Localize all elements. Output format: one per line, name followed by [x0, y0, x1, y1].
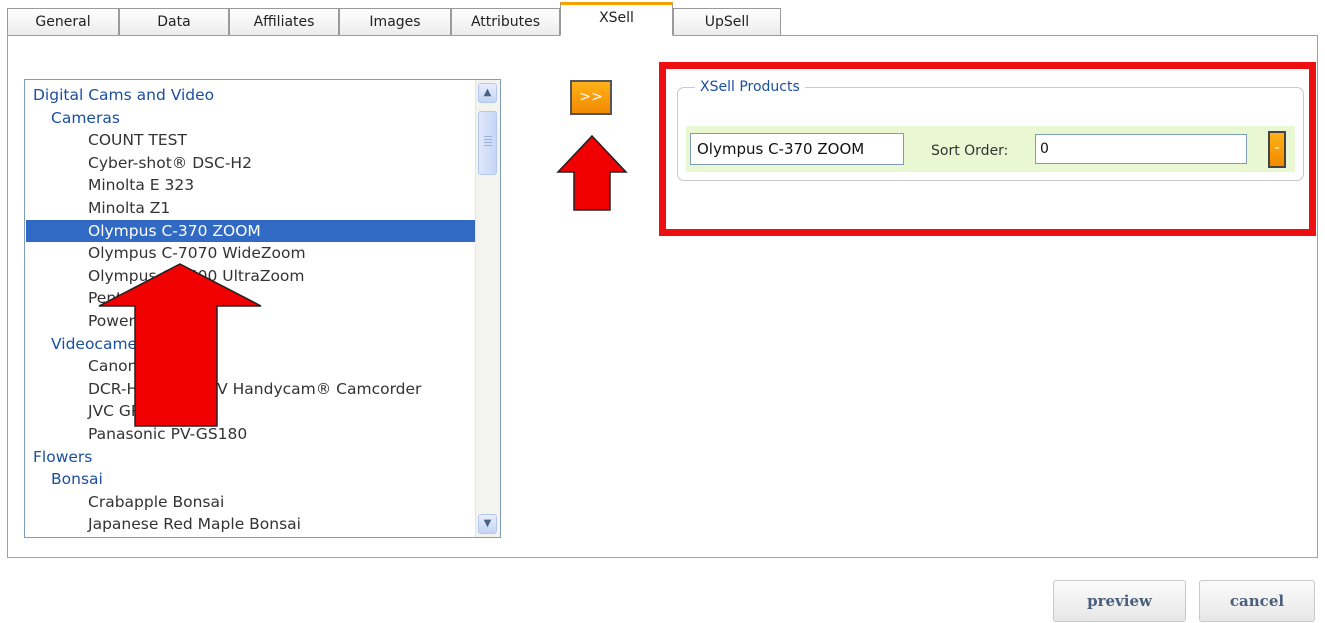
- tab-upsell[interactable]: UpSell: [673, 8, 781, 35]
- annotation-arrow-up-icon: [556, 134, 628, 211]
- list-category[interactable]: Flowers: [26, 446, 477, 469]
- scroll-up-icon[interactable]: ▲: [478, 83, 497, 103]
- list-category[interactable]: Cameras: [26, 107, 477, 130]
- list-item[interactable]: Japanese Red Maple Bonsai: [26, 513, 477, 536]
- list-item[interactable]: COUNT TEST: [26, 129, 477, 152]
- listbox-scrollbar[interactable]: ▲ ▼: [475, 80, 500, 537]
- xsell-legend: XSell Products: [695, 78, 805, 96]
- sort-order-input[interactable]: 0: [1035, 134, 1247, 164]
- sort-order-label: Sort Order:: [931, 143, 1009, 159]
- list-item[interactable]: Crabapple Bonsai: [26, 491, 477, 514]
- tab-xsell[interactable]: XSell: [560, 2, 673, 36]
- add-xsell-button[interactable]: >>: [570, 80, 612, 115]
- list-category[interactable]: Bonsai: [26, 468, 477, 491]
- tab-images[interactable]: Images: [339, 8, 451, 35]
- list-item[interactable]: Cyber-shot® DSC-H2: [26, 152, 477, 175]
- tab-attributes[interactable]: Attributes: [451, 8, 560, 35]
- tab-general[interactable]: General: [7, 8, 119, 35]
- tab-data[interactable]: Data: [119, 8, 229, 35]
- list-item[interactable]: Minolta Z1: [26, 197, 477, 220]
- list-item[interactable]: Minolta E 323: [26, 174, 477, 197]
- annotation-arrow-up-large-icon: [98, 263, 262, 427]
- preview-button[interactable]: preview: [1053, 580, 1186, 622]
- xsell-product-field[interactable]: Olympus C-370 ZOOM: [690, 133, 904, 165]
- tab-bar: General Data Affiliates Images Attribute…: [0, 0, 1325, 36]
- cancel-button[interactable]: cancel: [1199, 580, 1315, 622]
- list-category[interactable]: Digital Cams and Video: [26, 84, 477, 107]
- remove-xsell-button[interactable]: -: [1268, 131, 1286, 168]
- scroll-thumb[interactable]: [478, 111, 497, 175]
- list-item[interactable]: Olympus C-370 ZOOM: [26, 219, 477, 243]
- scroll-down-icon[interactable]: ▼: [478, 514, 497, 534]
- tab-affiliates[interactable]: Affiliates: [229, 8, 339, 35]
